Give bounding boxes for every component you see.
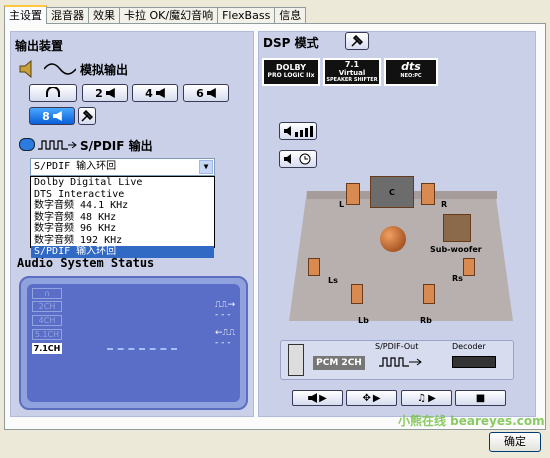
speaker-label-l: L bbox=[339, 200, 345, 209]
back-left-speaker[interactable] bbox=[351, 284, 363, 304]
dropdown-option[interactable]: 数字音频 48 KHz bbox=[31, 212, 214, 224]
headphone-channel-indicator: ∩ bbox=[32, 288, 62, 299]
chevron-down-icon[interactable]: ▼ bbox=[199, 160, 213, 174]
speaker-test-button[interactable]: ▶ bbox=[292, 390, 343, 406]
speaker-icon bbox=[52, 111, 62, 121]
speaker-label-rb: Rb bbox=[420, 316, 432, 325]
speaker-label-ls: Ls bbox=[328, 276, 338, 285]
ok-button[interactable]: 确定 bbox=[489, 432, 541, 452]
virtual-speaker-shifter-button[interactable]: 7.1 Virtual SPEAKER SHIFTER bbox=[323, 58, 381, 86]
speaker-icon bbox=[105, 88, 115, 98]
speaker-label-r: R bbox=[441, 200, 448, 209]
tab-bar: 主设置 混音器 效果 卡拉 OK/魔幻音响 FlexBass 信息 bbox=[4, 5, 307, 24]
dropdown-option-selected[interactable]: S/PDIF 输入环回 bbox=[31, 246, 214, 258]
volume-level-icon bbox=[284, 126, 313, 137]
speaker-delay-button[interactable] bbox=[279, 150, 317, 168]
front-right-speaker[interactable] bbox=[421, 183, 435, 205]
speaker-icon bbox=[308, 393, 318, 403]
4-speaker-button[interactable]: 4 bbox=[132, 84, 178, 102]
tab-info[interactable]: 信息 bbox=[274, 7, 307, 24]
dropdown-option[interactable]: 数字音频 96 KHz bbox=[31, 223, 214, 235]
tab-flexbass[interactable]: FlexBass bbox=[217, 7, 276, 24]
spdif-out-label: S/PDIF-Out bbox=[375, 342, 419, 351]
pc-tower-icon bbox=[288, 344, 304, 376]
dropdown-option[interactable]: DTS Interactive bbox=[31, 189, 214, 201]
hammer-icon bbox=[351, 35, 363, 47]
channel-4ch: 4CH bbox=[32, 315, 62, 326]
side-right-speaker[interactable] bbox=[463, 258, 475, 276]
speaker-label-c: C bbox=[389, 188, 395, 197]
speaker-label-lb: Lb bbox=[358, 316, 369, 325]
subwoofer-speaker[interactable] bbox=[443, 214, 471, 242]
decoder-device-icon bbox=[452, 356, 496, 368]
headphone-icon bbox=[46, 87, 60, 97]
headphone-button[interactable] bbox=[29, 84, 77, 102]
settings-hammer-button[interactable] bbox=[78, 107, 96, 125]
spdif-output-label: S/PDIF 输出 bbox=[80, 139, 153, 153]
digital-wave-icon bbox=[379, 356, 423, 371]
speaker-level-button[interactable] bbox=[279, 122, 317, 140]
pcm-format-badge: PCM 2CH bbox=[313, 356, 365, 370]
watermark: 小熊在线 beareyes.com bbox=[398, 414, 545, 428]
tab-mixer[interactable]: 混音器 bbox=[46, 7, 89, 24]
audio-system-status-header: Audio System Status bbox=[17, 256, 155, 270]
digital-out-icon: ⎍⎍→ - - - bbox=[215, 300, 236, 320]
digital-wave-icon bbox=[38, 139, 78, 154]
channel-2ch: 2CH bbox=[32, 301, 62, 312]
listener-position[interactable] bbox=[380, 226, 406, 252]
speaker-icon bbox=[18, 59, 38, 81]
rotate-icon: ✥ bbox=[362, 392, 371, 404]
channel-5-1ch: 5.1CH bbox=[32, 329, 62, 340]
speaker-label-rs: Rs bbox=[452, 274, 463, 283]
analog-wave-icon bbox=[43, 62, 77, 79]
6-speaker-button[interactable]: 6 bbox=[183, 84, 229, 102]
digital-in-icon: ←⎍⎍ - - - bbox=[215, 328, 236, 348]
analog-output-label: 模拟输出 bbox=[80, 63, 129, 77]
tab-karaoke[interactable]: 卡拉 OK/魔幻音响 bbox=[119, 7, 219, 24]
speaker-label-subwoofer: Sub-woofer bbox=[430, 245, 482, 254]
speaker-delay-icon bbox=[284, 153, 311, 165]
side-left-speaker[interactable] bbox=[308, 258, 320, 276]
dolby-prologic-button[interactable]: DOLBY PRO LOGIC IIx bbox=[262, 58, 320, 86]
spdif-mode-select[interactable]: S/PDIF 输入环回 ▼ bbox=[30, 158, 215, 176]
tab-effects[interactable]: 效果 bbox=[88, 7, 120, 24]
2-speaker-button[interactable]: 2 bbox=[82, 84, 128, 102]
spdif-mode-dropdown: Dolby Digital Live DTS Interactive 数字音频 … bbox=[30, 176, 215, 258]
dropdown-option[interactable]: 数字音频 192 KHz bbox=[31, 235, 214, 247]
stop-button[interactable]: ■ bbox=[455, 390, 506, 406]
rotate-test-button[interactable]: ✥ ▶ bbox=[346, 390, 397, 406]
dsp-settings-button[interactable] bbox=[345, 32, 369, 50]
front-left-speaker[interactable] bbox=[346, 183, 360, 205]
dsp-mode-header: DSP 模式 bbox=[263, 36, 319, 50]
dropdown-option[interactable]: Dolby Digital Live bbox=[31, 177, 214, 189]
8-speaker-button[interactable]: 8 bbox=[29, 107, 75, 125]
stop-icon: ■ bbox=[475, 392, 486, 404]
output-device-header: 输出装置 bbox=[15, 39, 64, 53]
tab-main-settings[interactable]: 主设置 bbox=[4, 5, 47, 24]
dts-neo-pc-button[interactable]: dts NEO:PC bbox=[384, 58, 438, 86]
decoder-label: Decoder bbox=[452, 342, 486, 351]
hammer-icon bbox=[81, 110, 93, 122]
audio-system-status: ∩ 2CH 4CH 5.1CH 7.1CH ⎍⎍→ - - - ←⎍⎍ - - - bbox=[19, 276, 248, 410]
speaker-icon bbox=[155, 88, 165, 98]
back-right-speaker[interactable] bbox=[423, 284, 435, 304]
spdif-toggle-icon[interactable] bbox=[19, 138, 35, 151]
dropdown-option[interactable]: 数字音频 44.1 KHz bbox=[31, 200, 214, 212]
speaker-room-floor bbox=[289, 191, 513, 321]
speaker-icon bbox=[206, 88, 216, 98]
music-test-button[interactable]: ♫ ▶ bbox=[401, 390, 452, 406]
channel-7-1ch: 7.1CH bbox=[32, 343, 62, 354]
music-note-icon: ♫ bbox=[417, 392, 427, 404]
signal-line bbox=[107, 348, 177, 351]
